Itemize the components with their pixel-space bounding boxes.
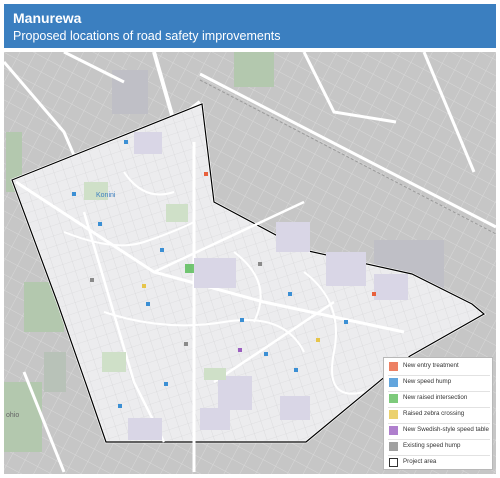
legend-item-raised-intersection: New raised intersection [389, 393, 493, 405]
map-subtitle: Proposed locations of road safety improv… [13, 29, 281, 43]
legend-label: Raised zebra crossing [403, 410, 465, 417]
legend-divider [388, 455, 490, 456]
legend-label: Existing speed hump [403, 442, 461, 449]
legend-label: New raised intersection [403, 394, 468, 401]
legend-label: New entry treatment [403, 362, 459, 369]
cross-hatch-swatch-icon [389, 442, 398, 451]
legend-divider [388, 375, 490, 376]
legend: New entry treatment New speed hump New r… [383, 357, 493, 470]
legend-label: New speed hump [403, 378, 452, 385]
map-figure: Manurewa Proposed locations of road safe… [0, 0, 500, 478]
legend-item-swedish-speed-table: New Swedish-style speed table [389, 425, 493, 437]
legend-divider [388, 391, 490, 392]
legend-divider [388, 439, 490, 440]
legend-label: Project area [403, 458, 437, 465]
legend-item-project-area: Project area [389, 457, 493, 469]
raised-intersection-marker [185, 264, 194, 273]
map-title: Manurewa [13, 10, 82, 26]
cross-hatch-swatch-icon [389, 394, 398, 403]
legend-item-zebra-crossing: Raised zebra crossing [389, 409, 493, 421]
legend-label: New Swedish-style speed table [403, 426, 489, 433]
cross-hatch-swatch-icon [389, 378, 398, 387]
outline-swatch-icon [389, 458, 398, 467]
legend-divider [388, 407, 490, 408]
legend-item-speed-hump: New speed hump [389, 377, 493, 389]
place-label-ohio: ohio [6, 412, 20, 419]
legend-item-existing-speed-hump: Existing speed hump [389, 441, 493, 453]
cross-hatch-swatch-icon [389, 410, 398, 419]
place-label-konini: Konini [96, 192, 116, 199]
legend-divider [388, 423, 490, 424]
cross-hatch-swatch-icon [389, 362, 398, 371]
legend-item-entry-treatment: New entry treatment [389, 361, 493, 373]
header-banner: Manurewa Proposed locations of road safe… [4, 4, 496, 48]
cross-hatch-swatch-icon [389, 426, 398, 435]
